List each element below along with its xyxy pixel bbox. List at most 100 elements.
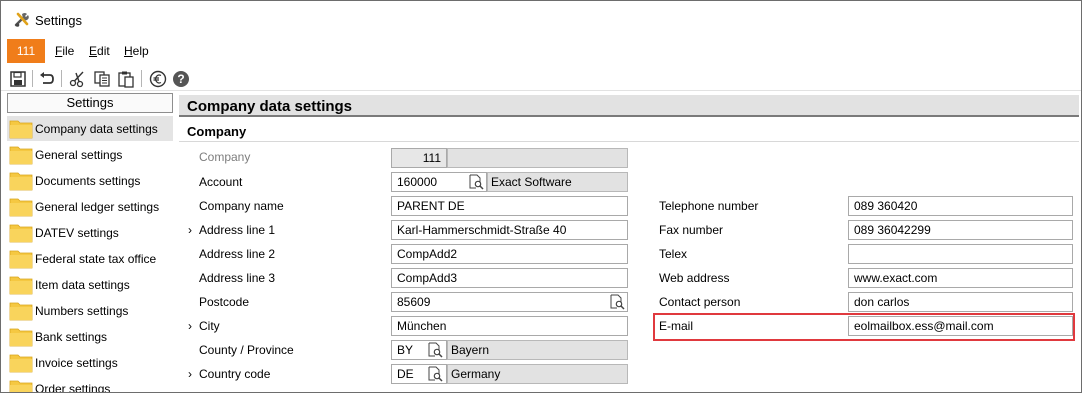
sidebar-item-general-ledger-settings[interactable]: General ledger settings <box>7 194 173 219</box>
toolbar-separator <box>61 70 62 87</box>
folder-icon <box>9 144 33 165</box>
save-icon[interactable] <box>9 70 27 88</box>
sidebar-item-label: General settings <box>35 148 123 162</box>
city-expand-icon[interactable]: › <box>188 319 192 333</box>
settings-window: Settings 111 File Edit Help ? Settings C… <box>0 0 1082 393</box>
toolbar: ? <box>1 65 1081 91</box>
window-title: Settings <box>35 13 82 28</box>
address-line-2-field[interactable]: CompAdd2 <box>391 244 628 264</box>
sidebar-item-label: Invoice settings <box>35 356 118 370</box>
sidebar-item-bank-settings[interactable]: Bank settings <box>7 324 173 349</box>
sidebar-item-documents-settings[interactable]: Documents settings <box>7 168 173 193</box>
fax-field[interactable]: 089 36042299 <box>848 220 1073 240</box>
folder-icon <box>9 300 33 321</box>
euro-icon[interactable] <box>149 70 167 88</box>
contact-person-field[interactable]: don carlos <box>848 292 1073 312</box>
copy-icon[interactable] <box>93 70 111 88</box>
sidebar-item-numbers-settings[interactable]: Numbers settings <box>7 298 173 323</box>
sidebar-item-order-settings[interactable]: Order settings <box>7 376 173 393</box>
sidebar-item-label: Company data settings <box>35 122 158 136</box>
city-label: City <box>199 319 220 333</box>
address-line-1-field[interactable]: Karl-Hammerschmidt-Straße 40 <box>391 220 628 240</box>
web-address-field[interactable]: www.exact.com <box>848 268 1073 288</box>
county-label: County / Province <box>199 343 294 357</box>
account-description: Exact Software <box>487 172 628 192</box>
country-lookup-icon[interactable] <box>427 366 443 382</box>
contact-person-label: Contact person <box>659 295 741 309</box>
telephone-label: Telephone number <box>659 199 759 213</box>
menu-bar: 111 File Edit Help <box>1 37 1081 65</box>
menu-edit[interactable]: Edit <box>89 44 110 58</box>
svg-text:?: ? <box>177 72 184 86</box>
address-line-3-label: Address line 3 <box>199 271 276 285</box>
sidebar-item-federal-state-tax-office[interactable]: Federal state tax office <box>7 246 173 271</box>
company-name-label: Company name <box>199 199 284 213</box>
sidebar-item-label: Federal state tax office <box>35 252 157 266</box>
sidebar-item-general-settings[interactable]: General settings <box>7 142 173 167</box>
folder-icon <box>9 274 33 295</box>
folder-icon <box>9 248 33 269</box>
postcode-field[interactable]: 85609 <box>391 292 628 312</box>
folder-icon <box>9 378 33 392</box>
paste-icon[interactable] <box>117 70 135 88</box>
page-title: Company data settings <box>187 98 353 115</box>
sidebar-item-label: Bank settings <box>35 330 108 344</box>
county-description: Bayern <box>447 340 628 360</box>
menu-file[interactable]: File <box>55 44 74 58</box>
folder-icon <box>9 196 33 217</box>
sidebar-item-item-data-settings[interactable]: Item data settings <box>7 272 173 297</box>
title-divider <box>179 115 1079 117</box>
sidebar-header: Settings <box>7 93 173 113</box>
company-badge[interactable]: 111 <box>7 39 45 63</box>
email-highlight-box <box>653 313 1075 341</box>
city-field[interactable]: München <box>391 316 628 336</box>
web-address-label: Web address <box>659 271 730 285</box>
toolbar-separator <box>32 70 33 87</box>
telephone-field[interactable]: 089 360420 <box>848 196 1073 216</box>
menu-help[interactable]: Help <box>124 44 149 58</box>
menu-file-label: File <box>55 44 75 58</box>
country-label: Country code <box>199 367 271 381</box>
undo-icon[interactable] <box>38 70 56 88</box>
sidebar-item-datev-settings[interactable]: DATEV settings <box>7 220 173 245</box>
main-panel: Company data settings Company Company Ac… <box>179 93 1079 392</box>
address-line-3-field[interactable]: CompAdd3 <box>391 268 628 288</box>
sidebar-item-label: Order settings <box>35 382 111 393</box>
section-title: Company <box>187 124 247 139</box>
sidebar-item-label: Documents settings <box>35 174 141 188</box>
sidebar-item-label: Numbers settings <box>35 304 129 318</box>
folder-icon <box>9 118 33 139</box>
cut-icon[interactable] <box>69 70 87 88</box>
company-name-field[interactable]: PARENT DE <box>391 196 628 216</box>
sidebar-item-label: Item data settings <box>35 278 130 292</box>
folder-icon <box>9 352 33 373</box>
tools-icon <box>13 11 31 29</box>
country-description: Germany <box>447 364 628 384</box>
country-expand-icon[interactable]: › <box>188 367 192 381</box>
address-line-1-expand-icon[interactable]: › <box>188 223 192 237</box>
title-bar: Settings <box>1 1 1081 37</box>
folder-icon <box>9 170 33 191</box>
menu-edit-label: Edit <box>89 44 110 58</box>
county-lookup-icon[interactable] <box>427 342 443 358</box>
toolbar-separator <box>141 70 142 87</box>
menu-help-label: Help <box>124 44 149 58</box>
sidebar-item-label: General ledger settings <box>35 200 160 214</box>
fax-label: Fax number <box>659 223 724 237</box>
sidebar-item-invoice-settings[interactable]: Invoice settings <box>7 350 173 375</box>
company-description <box>447 148 628 168</box>
telex-label: Telex <box>659 247 688 261</box>
account-lookup-icon[interactable] <box>468 174 484 190</box>
company-field: 111 <box>391 148 447 168</box>
sidebar-item-company-data-settings[interactable]: Company data settings <box>7 116 173 141</box>
account-label: Account <box>199 175 243 189</box>
main-title-bar: Company data settings <box>179 95 1079 116</box>
settings-sidebar: Settings Company data settings General se… <box>7 93 173 393</box>
telex-field[interactable] <box>848 244 1073 264</box>
company-label: Company <box>199 150 251 164</box>
help-icon[interactable]: ? <box>172 70 190 88</box>
folder-icon <box>9 326 33 347</box>
address-line-2-label: Address line 2 <box>199 247 276 261</box>
sidebar-item-label: DATEV settings <box>35 226 119 240</box>
postcode-lookup-icon[interactable] <box>609 294 625 310</box>
